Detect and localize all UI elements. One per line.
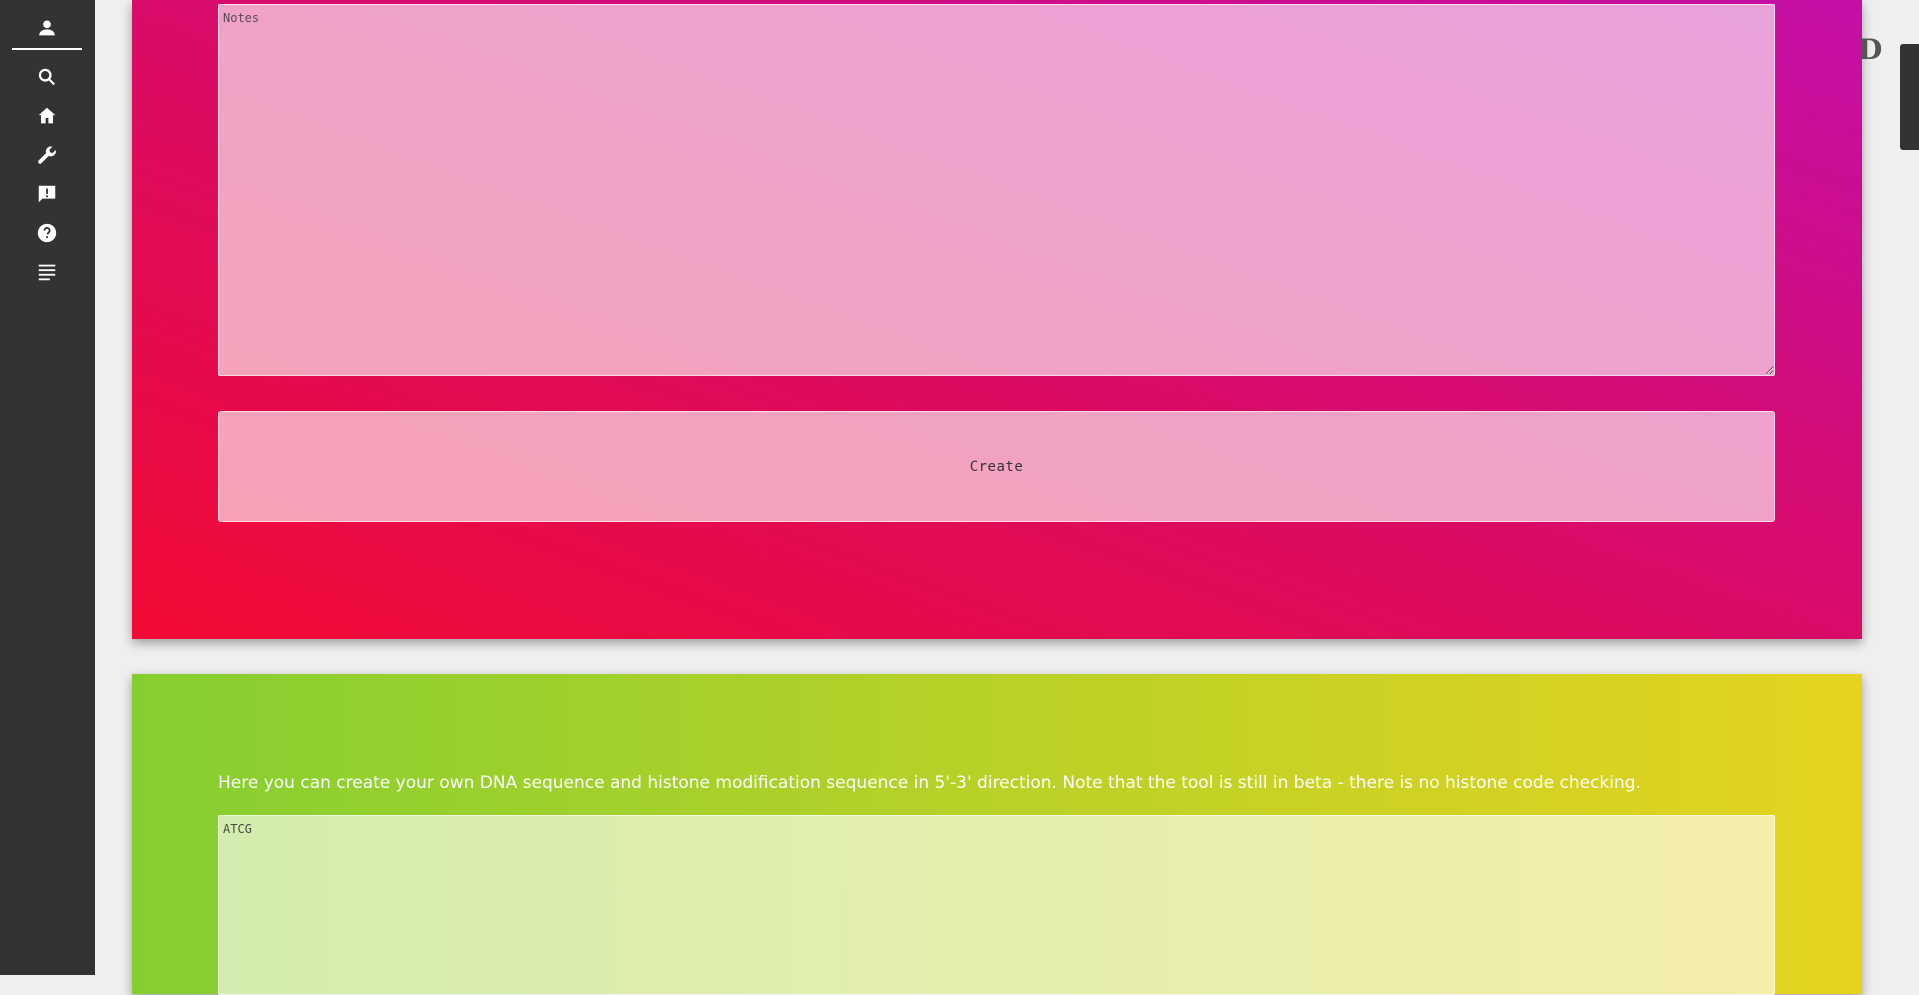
notes-textarea[interactable] — [218, 4, 1775, 376]
person-icon[interactable] — [33, 14, 61, 42]
sequence-input[interactable] — [218, 815, 1775, 995]
info-text-start: Here you can create your own DNA sequenc… — [218, 773, 1419, 793]
notes-list-icon[interactable] — [33, 258, 61, 286]
create-button[interactable]: Create — [218, 411, 1775, 522]
sequence-info-text: Here you can create your own DNA sequenc… — [218, 773, 1818, 793]
help-icon[interactable] — [33, 219, 61, 247]
info-text-emphasis: no — [1418, 773, 1440, 793]
info-text-end: histone code checking. — [1439, 773, 1641, 793]
wrench-icon[interactable] — [33, 141, 61, 169]
create-card: Create — [132, 0, 1862, 639]
partial-header-glyph: D — [1858, 33, 1883, 66]
home-icon[interactable] — [33, 102, 61, 130]
sidebar — [0, 0, 95, 975]
sidebar-divider — [12, 48, 82, 50]
search-icon[interactable] — [33, 63, 61, 91]
feedback-icon[interactable] — [33, 180, 61, 208]
side-panel-tab[interactable] — [1900, 44, 1919, 150]
sequence-card: Here you can create your own DNA sequenc… — [132, 674, 1862, 995]
